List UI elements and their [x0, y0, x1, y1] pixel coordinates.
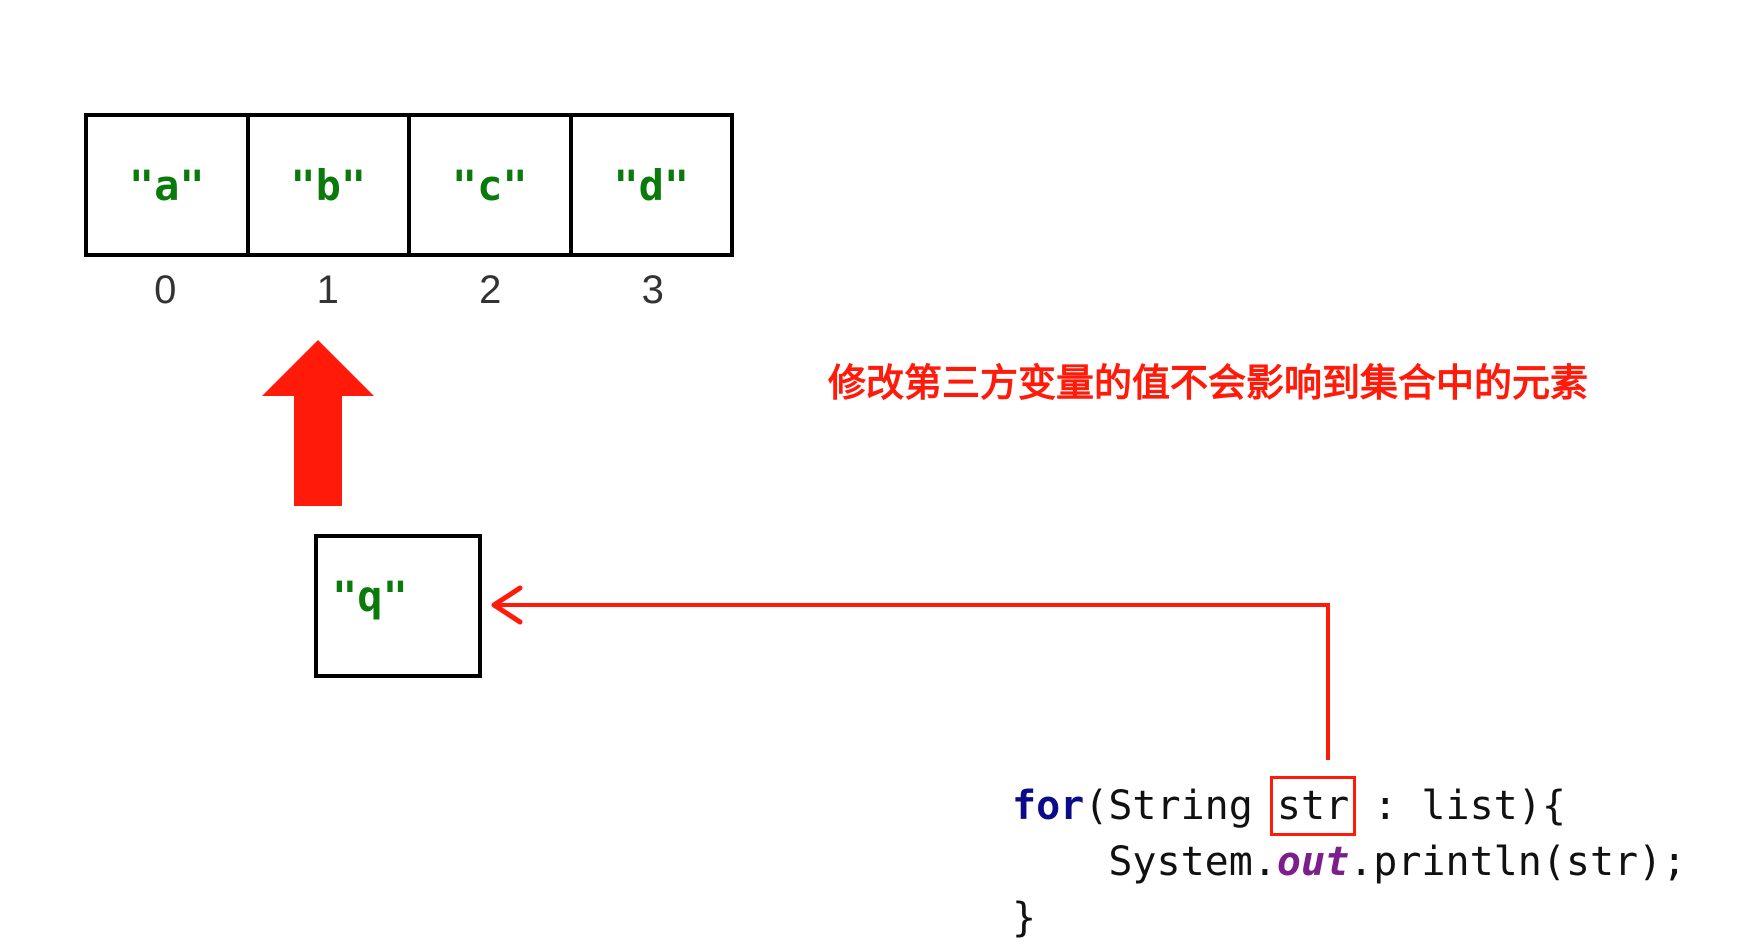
code-line-1: for(String str : list){ [1012, 776, 1686, 836]
array-cell: "c" [411, 117, 573, 253]
code-block: for(String str : list){ System.out.print… [1012, 776, 1686, 946]
code-line-2: System.out.println(str); [1012, 834, 1686, 890]
code-text: System. [1108, 839, 1277, 885]
up-arrow-icon [262, 340, 374, 506]
code-keyword: for [1012, 783, 1085, 829]
variable-box: "q" [314, 534, 482, 678]
variable-value: "q" [332, 571, 408, 621]
code-text: : list){ [1349, 783, 1566, 829]
array-index: 0 [154, 268, 177, 312]
explanation-note: 修改第三方变量的值不会影响到集合中的元素 [828, 361, 1589, 405]
code-text: .println(str); [1349, 839, 1687, 885]
array-index: 2 [479, 268, 502, 312]
array-cell: "d" [613, 160, 690, 210]
array-cell: "a" [88, 117, 250, 253]
array-index: 1 [316, 268, 339, 312]
array-index: 3 [641, 268, 664, 312]
highlighted-variable: str [1269, 776, 1357, 836]
array-indices: 0 1 2 3 [84, 268, 734, 313]
array-cell: "b" [250, 117, 411, 253]
code-text: (String [1084, 783, 1277, 829]
array-cells: "a" "b" "c" "d" [84, 113, 734, 257]
code-field: out [1276, 839, 1350, 885]
